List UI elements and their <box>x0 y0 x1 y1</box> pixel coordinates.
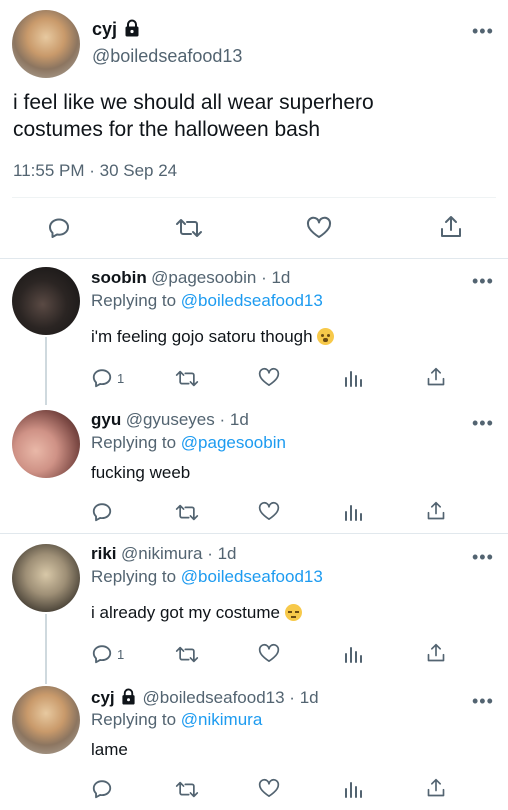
reply-count: 1 <box>117 647 125 662</box>
avatar[interactable] <box>12 267 80 335</box>
reply-text: i'm feeling gojo satoru though <box>91 327 335 347</box>
tweet-text-line2: costumes for the halloween bash <box>13 118 321 141</box>
divider <box>0 258 508 259</box>
hushed-face-emoji <box>317 328 335 345</box>
tweet-text-line1: i feel like we should all wear superhero <box>13 91 374 114</box>
retweet-icon[interactable] <box>175 502 199 523</box>
lock-icon <box>121 688 136 710</box>
reply-text: lame <box>91 740 128 759</box>
reply-icon[interactable] <box>47 216 71 240</box>
divider <box>0 533 508 534</box>
reply-header: soobin @pagesoobin · 1d <box>91 268 290 288</box>
lock-icon <box>124 19 140 42</box>
reply-header: riki @nikimura · 1d <box>91 544 237 564</box>
reply-icon[interactable] <box>91 501 113 523</box>
like-icon[interactable] <box>258 778 280 799</box>
share-icon[interactable] <box>426 777 446 799</box>
mention-link[interactable]: @boiledseafood13 <box>181 291 323 310</box>
more-options-icon[interactable]: ••• <box>472 22 494 40</box>
tweet-timestamp[interactable]: 11:55 PM · 30 Sep 24 <box>13 161 177 181</box>
share-icon[interactable] <box>426 642 446 664</box>
retweet-icon[interactable] <box>175 779 199 800</box>
author-name[interactable]: riki <box>91 544 117 563</box>
author-name[interactable]: gyu <box>91 410 121 429</box>
mention-link[interactable]: @nikimura <box>181 710 263 729</box>
reply-text-content: i already got my costume <box>91 603 280 622</box>
reply-icon[interactable] <box>91 367 113 389</box>
like-icon[interactable] <box>258 367 280 388</box>
retweet-icon[interactable] <box>175 644 199 665</box>
author-meta[interactable]: @gyuseyes · 1d <box>126 410 249 429</box>
reply-header: gyu @gyuseyes · 1d <box>91 410 249 430</box>
replying-to: Replying to @nikimura <box>91 710 262 730</box>
replying-prefix: Replying to <box>91 567 181 586</box>
more-options-icon[interactable]: ••• <box>472 692 494 710</box>
more-options-icon[interactable]: ••• <box>472 414 494 432</box>
pensive-face-emoji <box>284 604 302 621</box>
analytics-icon[interactable] <box>343 644 363 664</box>
author-name[interactable]: cyj <box>91 688 115 707</box>
divider <box>12 197 496 198</box>
thread-line <box>45 337 47 405</box>
mention-link[interactable]: @boiledseafood13 <box>181 567 323 586</box>
thread-line <box>45 614 47 684</box>
avatar[interactable] <box>12 10 80 78</box>
avatar[interactable] <box>12 410 80 478</box>
replying-to: Replying to @boiledseafood13 <box>91 291 323 311</box>
author-handle[interactable]: @boiledseafood13 <box>92 46 242 67</box>
reply-text: fucking weeb <box>91 463 191 482</box>
author-meta[interactable]: @nikimura · 1d <box>121 544 237 563</box>
analytics-icon[interactable] <box>343 502 363 522</box>
reply-text: i already got my costume <box>91 603 302 623</box>
author-name[interactable]: soobin <box>91 268 147 287</box>
reply-count: 1 <box>117 371 125 386</box>
avatar[interactable] <box>12 544 80 612</box>
reply-icon[interactable] <box>91 643 113 665</box>
share-icon[interactable] <box>426 500 446 522</box>
reply-header: cyj @boiledseafood13 · 1d <box>91 688 319 710</box>
analytics-icon[interactable] <box>343 779 363 799</box>
author-name[interactable]: cyj <box>92 19 140 42</box>
replying-prefix: Replying to <box>91 710 181 729</box>
mention-link[interactable]: @pagesoobin <box>181 433 286 452</box>
author-meta[interactable]: @pagesoobin · 1d <box>151 268 290 287</box>
reply-text-content: i'm feeling gojo satoru though <box>91 327 313 346</box>
like-icon[interactable] <box>258 643 280 664</box>
share-icon[interactable] <box>426 366 446 388</box>
like-icon[interactable] <box>258 501 280 522</box>
retweet-icon[interactable] <box>175 216 203 240</box>
replying-to: Replying to @boiledseafood13 <box>91 567 323 587</box>
share-icon[interactable] <box>439 214 463 240</box>
replying-prefix: Replying to <box>91 433 181 452</box>
avatar[interactable] <box>12 686 80 754</box>
like-icon[interactable] <box>306 216 332 240</box>
retweet-icon[interactable] <box>175 368 199 389</box>
author-meta[interactable]: @boiledseafood13 · 1d <box>143 688 319 707</box>
tweet-text: i feel like we should all wear superhero… <box>13 89 493 143</box>
replying-prefix: Replying to <box>91 291 181 310</box>
author-name-text: cyj <box>92 19 118 39</box>
more-options-icon[interactable]: ••• <box>472 272 494 290</box>
reply-icon[interactable] <box>91 778 113 800</box>
replying-to: Replying to @pagesoobin <box>91 433 286 453</box>
analytics-icon[interactable] <box>343 368 363 388</box>
more-options-icon[interactable]: ••• <box>472 548 494 566</box>
